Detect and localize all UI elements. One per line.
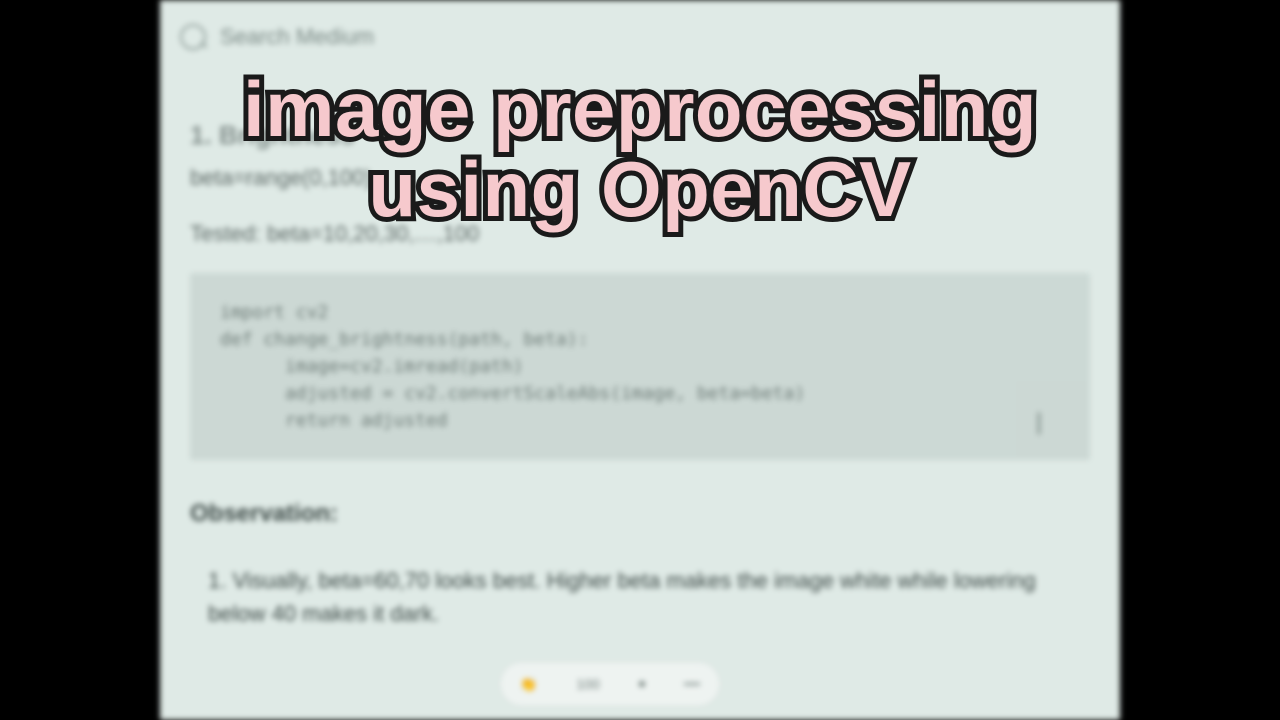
observation-list-item: 1. Visually, beta=60,70 looks best. High… (190, 564, 1090, 630)
title-line-1: image preprocessing (243, 70, 1037, 150)
toolbar-count: 100 (576, 676, 599, 692)
search-bar[interactable]: Search Medium (180, 24, 374, 50)
toolbar-minus-icon[interactable] (684, 683, 700, 685)
search-icon (180, 24, 206, 50)
search-placeholder: Search Medium (220, 24, 374, 50)
toolbar-separator-icon (639, 681, 645, 687)
code-block[interactable]: import cv2 def change_brightness(path, b… (190, 273, 1090, 460)
thumbnail-title: image preprocessing using OpenCV (243, 70, 1037, 229)
toolbar-clap-icon[interactable]: 👏 (520, 676, 537, 693)
text-cursor-icon: ⎸ (1038, 407, 1060, 440)
code-text: import cv2 def change_brightness(path, b… (220, 302, 805, 431)
video-frame: Search Medium 1. Brightness beta=range(0… (0, 0, 1280, 720)
floating-toolbar[interactable]: 👏 100 (500, 662, 720, 706)
title-line-2: using OpenCV (243, 150, 1037, 230)
observation-heading: Observation: (190, 500, 1090, 528)
